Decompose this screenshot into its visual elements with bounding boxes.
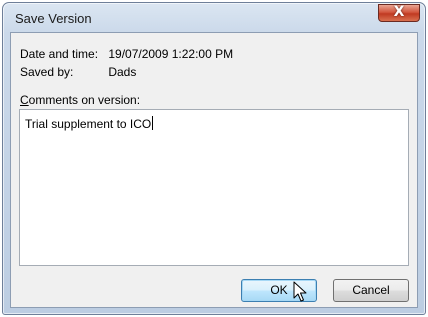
comments-text: Trial supplement to ICO xyxy=(25,116,154,131)
dialog-title: Save Version xyxy=(15,11,92,26)
cancel-button[interactable]: Cancel xyxy=(333,279,409,302)
saved-by-row: Saved by: Dads xyxy=(20,65,136,79)
saved-by-value: Dads xyxy=(108,65,137,79)
save-version-dialog: Save Version X Date and time: 19/07/2009… xyxy=(2,2,426,315)
comments-value: Trial supplement to ICO xyxy=(25,117,152,131)
text-caret xyxy=(152,116,154,130)
comments-label: Comments on version: xyxy=(20,93,140,107)
saved-by-label: Saved by: xyxy=(20,65,74,79)
close-icon: X xyxy=(393,4,405,20)
comments-label-accelerator: C xyxy=(20,93,29,107)
title-bar[interactable]: Save Version X xyxy=(3,3,425,33)
comments-textarea[interactable]: Trial supplement to ICO xyxy=(19,109,409,266)
date-time-value: 19/07/2009 1:22:00 PM xyxy=(108,47,234,61)
comments-label-text: omments on version: xyxy=(28,93,141,107)
close-button[interactable]: X xyxy=(378,4,420,22)
date-time-label: Date and time: xyxy=(20,47,99,61)
date-time-row: Date and time: 19/07/2009 1:22:00 PM xyxy=(20,47,233,61)
dialog-body: Date and time: 19/07/2009 1:22:00 PM Sav… xyxy=(10,32,418,308)
mouse-pointer-icon xyxy=(293,281,307,302)
